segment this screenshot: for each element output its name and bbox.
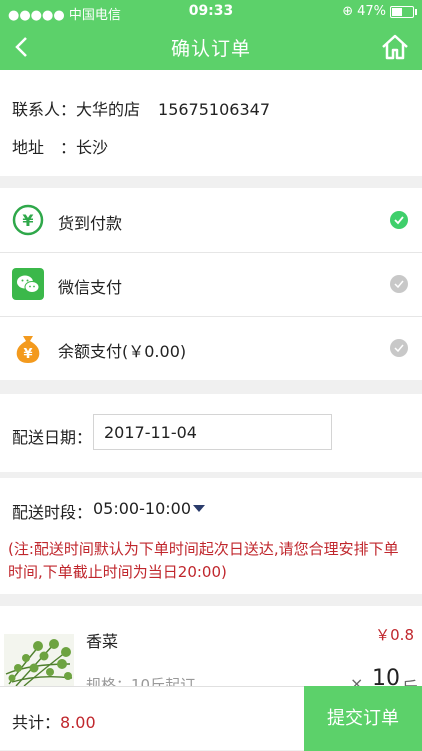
total-amount: 8.00 — [60, 713, 96, 732]
product-price: ￥0.8 — [375, 626, 414, 644]
contact-section[interactable]: 联系人：大华的店 15675106347 地址 ：长沙 — [0, 70, 422, 176]
status-bar: ●●●●● 中国电信 09:33 ⊕ 47% — [0, 0, 422, 24]
battery-fill — [392, 7, 403, 16]
battery-percent: 47% — [357, 4, 386, 19]
radio-unselected-icon[interactable] — [390, 275, 408, 293]
delivery-date-section: 配送日期： 2017-11-04 — [0, 394, 422, 472]
delivery-period-section: 配送时段： 05:00-10:00 (注:配送时间默认为下单时间起次日送达,请您… — [0, 478, 422, 594]
multiply-sign: × — [350, 674, 364, 686]
payment-label: 微信支付 — [58, 278, 123, 297]
payment-option-wechat[interactable]: 微信支付 — [0, 252, 422, 317]
svg-text:¥: ¥ — [23, 347, 32, 362]
contact-phone: 15675106347 — [158, 100, 270, 119]
orientation-lock-icon: ⊕ — [342, 4, 354, 19]
contact-row: 联系人：大华的店 15675106347 — [12, 96, 270, 120]
delivery-date-input[interactable]: 2017-11-04 — [93, 414, 332, 450]
submit-order-button[interactable]: 提交订单 — [304, 686, 422, 751]
nav-bar: 确认订单 — [0, 24, 422, 70]
delivery-note: (注:配送时间默认为下单时间起次日送达,请您合理安排下单时间,下单截止时间为当日… — [8, 540, 399, 581]
address-row: 地址 ：长沙 — [12, 138, 109, 157]
payment-label: 余额支付(￥0.00) — [58, 342, 187, 361]
radio-selected-icon[interactable] — [390, 211, 408, 229]
payment-label: 货到付款 — [58, 214, 123, 233]
contact-name: 联系人：大华的店 — [12, 100, 141, 119]
payment-option-balance[interactable]: ¥ 余额支付(￥0.00) — [0, 316, 422, 380]
product-unit: 斤 — [402, 674, 418, 686]
order-footer: 共计：8.00 提交订单 — [0, 686, 422, 751]
delivery-period-select[interactable]: 05:00-10:00 — [93, 499, 191, 518]
delivery-date-label: 配送日期： — [12, 428, 93, 447]
delivery-period-label: 配送时段： — [12, 503, 93, 522]
payment-option-cod[interactable]: ¥ 货到付款 — [0, 188, 422, 253]
battery-icon — [390, 5, 417, 18]
money-bag-icon: ¥ — [12, 332, 44, 364]
payment-options: ¥ 货到付款 微信支付 ¥ 余额支付(￥0.00) — [0, 188, 422, 380]
wechat-icon — [12, 268, 44, 300]
status-right: ⊕ 47% — [342, 4, 417, 19]
product-name: 香菜 — [86, 632, 119, 651]
total-label: 共计： — [12, 713, 61, 732]
yen-circle-icon: ¥ — [12, 204, 44, 236]
product-spec: 规格：10斤起订 — [86, 676, 196, 686]
radio-unselected-icon[interactable] — [390, 339, 408, 357]
product-quantity: 10 — [372, 666, 400, 686]
caret-down-icon[interactable] — [193, 505, 205, 512]
order-total: 共计：8.00 — [12, 709, 96, 733]
product-image — [4, 634, 74, 686]
home-icon[interactable] — [380, 32, 410, 62]
svg-text:¥: ¥ — [22, 211, 33, 230]
product-item: 香菜 ￥0.8 规格：10斤起订 × 10 斤 — [0, 606, 422, 686]
page-title: 确认订单 — [170, 38, 251, 60]
